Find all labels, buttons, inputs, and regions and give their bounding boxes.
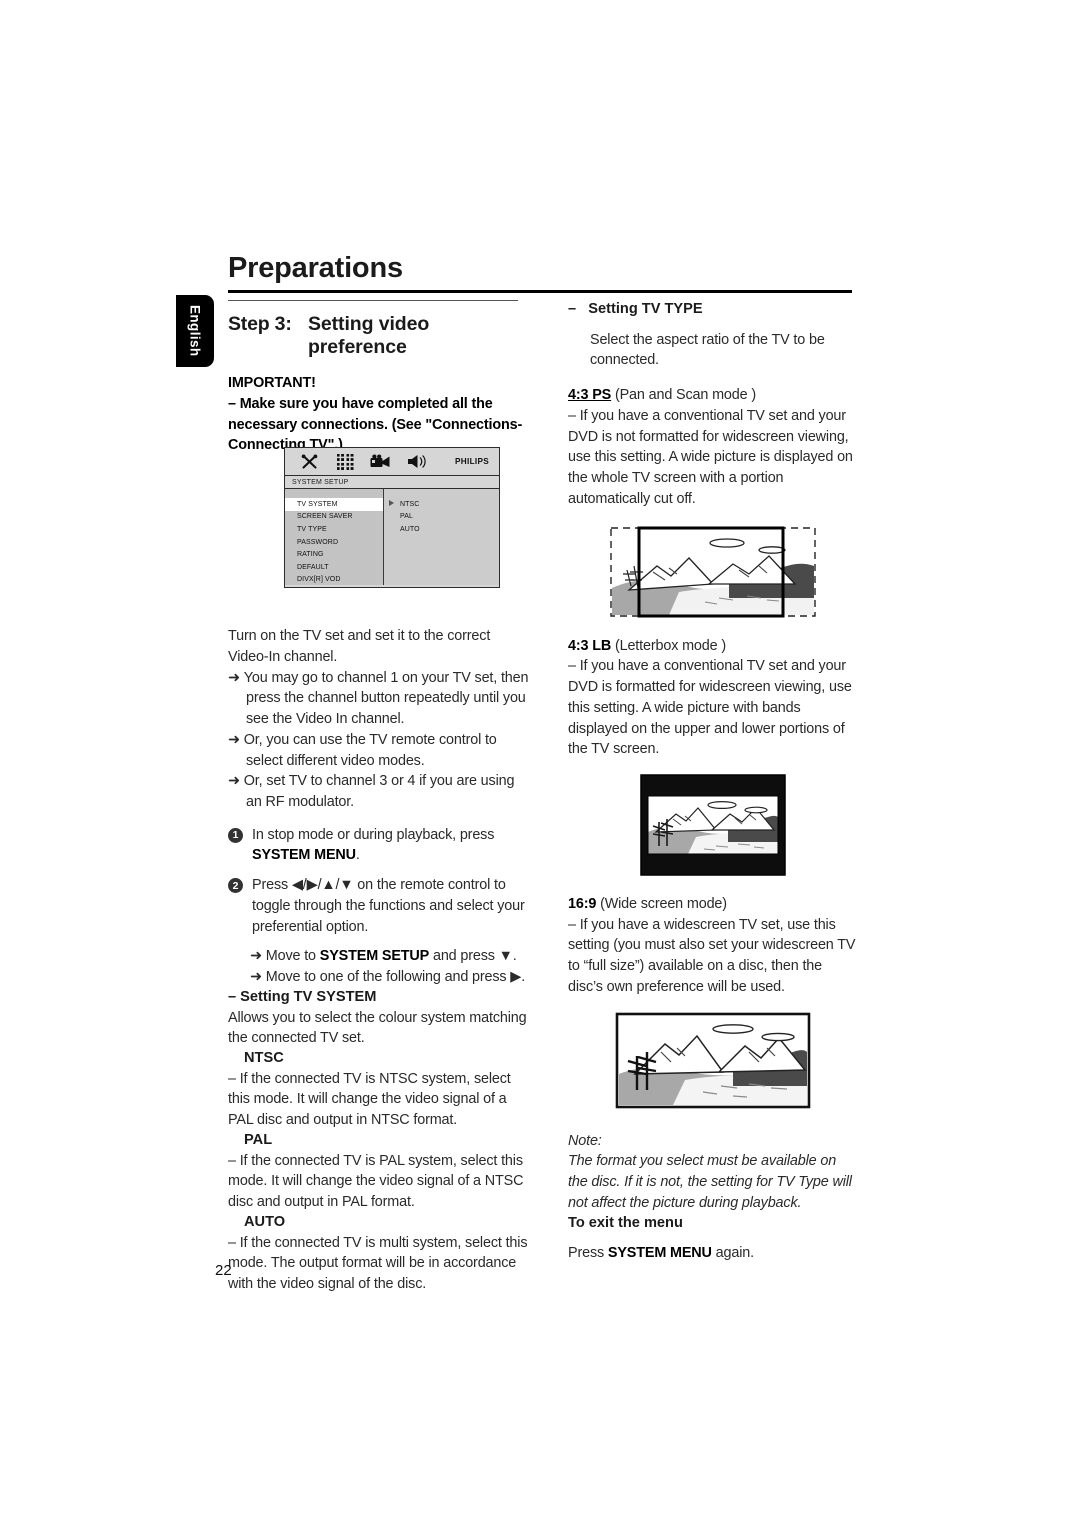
osd-menu-list: TV SYSTEM SCREEN SAVER TV TYPE PASSWORD … (285, 489, 384, 585)
right-column: – Setting TV TYPE Select the aspect rati… (568, 300, 858, 1264)
step-1-text-after: . (355, 847, 360, 864)
note-label: Note: (568, 1132, 602, 1149)
osd-title-bar: SYSTEM SETUP (285, 476, 499, 489)
step-number-badge: 2 (228, 878, 243, 894)
osd-options-list: NTSC PAL AUTO (384, 489, 499, 585)
language-tab: English (176, 295, 214, 367)
osd-option-pal[interactable]: PAL (384, 511, 499, 524)
step-label: Step 3: (228, 313, 292, 336)
tv-system-heading: – Setting TV SYSTEM (228, 988, 377, 1005)
exit-menu-heading: To exit the menu (568, 1214, 683, 1231)
osd-menu-item-tv-system[interactable]: TV SYSTEM (285, 498, 383, 511)
document-page: English Preparations Step 3: Setting vid… (0, 0, 1080, 1528)
step-rule (228, 300, 518, 302)
mode-desc-pal: – If the connected TV is PAL system, sel… (228, 1152, 524, 1211)
mode-desc-43ps: – If you have a conventional TV set and … (568, 407, 853, 507)
osd-menu-item-default[interactable]: DEFAULT (285, 561, 383, 574)
arrow-item-2: ➜ Or, you can use the TV remote control … (228, 731, 497, 769)
step-2-text: Press ◀/▶/▲/▼ on the remote control to t… (252, 877, 525, 935)
osd-menu-item-password[interactable]: PASSWORD (285, 536, 383, 549)
step-1-text: In stop mode or during playback, press (252, 826, 495, 843)
note-body: The format you select must be available … (568, 1153, 852, 1211)
step-heading: Step 3: Setting video preference (228, 313, 533, 359)
header-rule (228, 290, 852, 293)
mode-label-43ps: 4:3 PS (Pan and Scan mode ) (568, 387, 756, 404)
sub-arrow-1: ➜ Move to SYSTEM SETUP and press ▼. (250, 948, 517, 965)
exit-menu-body: Press SYSTEM MENU again. (568, 1245, 754, 1262)
osd-option-ntsc[interactable]: NTSC (384, 498, 499, 511)
osd-menu-item-tv-type[interactable]: TV TYPE (285, 523, 383, 536)
sub-arrow-2: ➜ Move to one of the following and press… (250, 969, 526, 986)
camcorder-icon (363, 454, 399, 469)
arrow-item-1: ➜ You may go to channel 1 on your TV set… (228, 669, 529, 728)
osd-menu-item-divx-vod[interactable]: DIVX[R] VOD (285, 574, 383, 587)
page-title: Preparations (228, 252, 403, 284)
speaker-icon (399, 454, 435, 469)
widescreen-figure (568, 1012, 858, 1109)
grid-icon (327, 453, 363, 470)
mode-desc-auto: – If the connected TV is multi system, s… (228, 1234, 528, 1292)
pan-and-scan-figure (568, 526, 858, 618)
arrow-item-3: ➜ Or, set TV to channel 3 or 4 if you ar… (228, 773, 515, 810)
step-title-line2: preference (308, 336, 407, 359)
numbered-step-1: 1 In stop mode or during playback, press… (228, 825, 533, 866)
step-1-bold: SYSTEM MENU (252, 847, 356, 864)
mode-desc-ntsc: – If the connected TV is NTSC system, se… (228, 1070, 511, 1129)
step-title-line1: Setting video (308, 313, 430, 336)
mode-label-43lb: 4:3 LB (Letterbox mode ) (568, 637, 726, 654)
mode-heading-ntsc: NTSC (244, 1050, 284, 1067)
osd-screenshot: PHILIPS SYSTEM SETUP TV SYSTEM SCREEN SA… (284, 447, 500, 588)
osd-menu-item-rating[interactable]: RATING (285, 548, 383, 561)
language-tab-label: English (187, 305, 203, 357)
osd-brand-label: PHILIPS (455, 457, 489, 466)
osd-menu-item-screen-saver[interactable]: SCREEN SAVER (285, 511, 383, 524)
tools-icon (291, 454, 327, 470)
tv-type-heading: – Setting TV TYPE (568, 301, 703, 317)
mode-heading-auto: AUTO (244, 1213, 286, 1230)
letterbox-figure (568, 774, 858, 876)
mode-label-169: 16:9 (Wide screen mode) (568, 895, 727, 912)
intro-paragraph: Turn on the TV set and set it to the cor… (228, 628, 491, 665)
osd-icon-bar: PHILIPS (285, 448, 499, 476)
mode-desc-169: – If you have a widescreen TV set, use t… (568, 916, 856, 995)
step-number-badge: 1 (228, 827, 243, 843)
tv-system-body: Allows you to select the colour system m… (228, 1009, 527, 1047)
numbered-steps: 1 In stop mode or during playback, press… (228, 825, 533, 938)
osd-cursor-icon (389, 500, 394, 506)
mode-heading-pal: PAL (244, 1131, 273, 1148)
page-number: 22 (215, 1262, 232, 1279)
important-heading: IMPORTANT! (228, 375, 316, 392)
tv-type-intro: Select the aspect ratio of the TV to be … (590, 331, 825, 369)
osd-option-auto[interactable]: AUTO (384, 523, 499, 536)
mode-desc-43lb: – If you have a conventional TV set and … (568, 658, 852, 758)
osd-body: TV SYSTEM SCREEN SAVER TV TYPE PASSWORD … (285, 489, 499, 585)
numbered-step-2: 2 Press ◀/▶/▲/▼ on the remote control to… (228, 875, 533, 937)
